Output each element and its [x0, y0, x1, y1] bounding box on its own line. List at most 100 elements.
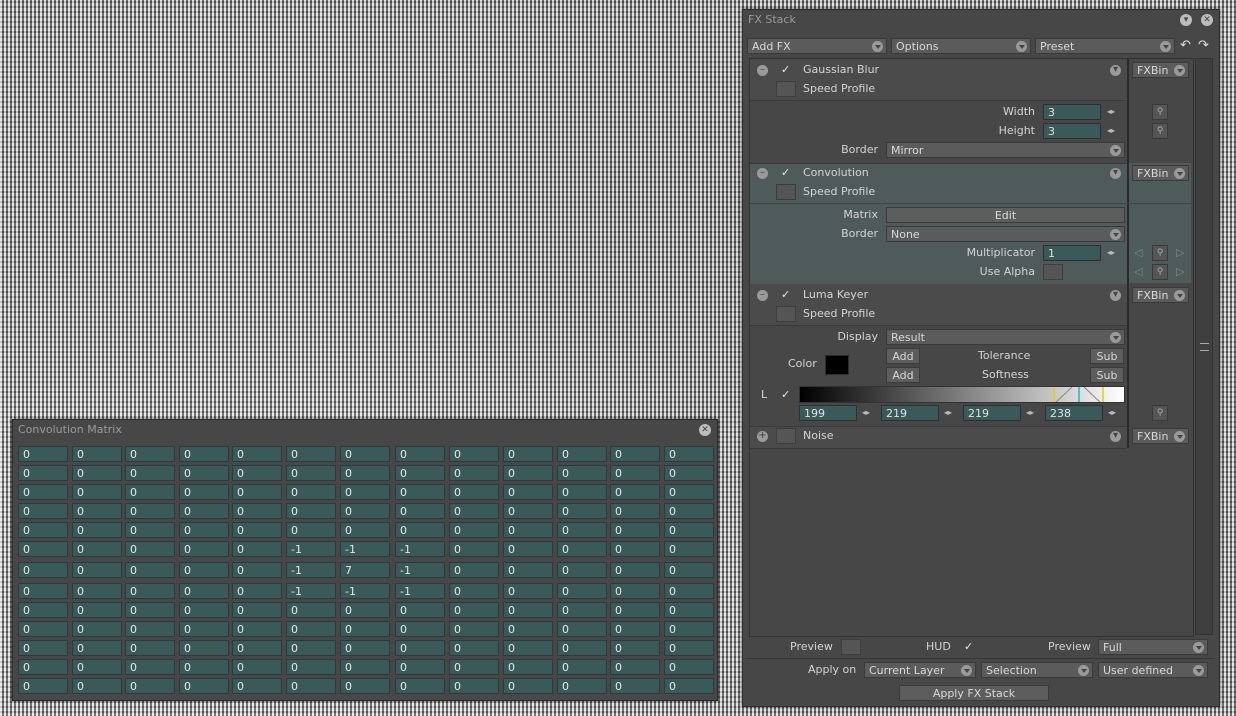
matrix-cell[interactable]: 0 — [286, 465, 336, 481]
matrix-cell[interactable]: 0 — [72, 484, 122, 500]
height-keyframe-icon[interactable]: ⚲ — [1152, 123, 1168, 139]
matrix-cell[interactable]: 0 — [449, 562, 499, 578]
matrix-cell[interactable]: 0 — [503, 503, 553, 519]
matrix-cell[interactable]: 0 — [449, 583, 499, 599]
matrix-cell[interactable]: 0 — [503, 659, 553, 675]
collapse-icon[interactable]: ▾ — [1180, 14, 1192, 26]
matrix-cell[interactable]: 0 — [340, 621, 390, 637]
matrix-cell[interactable]: 0 — [395, 640, 445, 656]
matrix-cell[interactable]: 0 — [449, 659, 499, 675]
matrix-cell[interactable]: 0 — [395, 503, 445, 519]
preset-dropdown[interactable]: Preset — [1035, 38, 1175, 54]
matrix-cell[interactable]: 0 — [557, 446, 607, 462]
matrix-cell[interactable]: 0 — [557, 602, 607, 618]
matrix-cell[interactable]: 0 — [232, 446, 282, 462]
fx-menu-chevron-icon[interactable]: ▾ — [1110, 290, 1121, 301]
matrix-cell[interactable]: 0 — [18, 583, 68, 599]
height-spinner-icon[interactable]: ◂▸ — [1107, 126, 1115, 135]
matrix-cell[interactable]: 0 — [557, 583, 607, 599]
matrix-cell[interactable]: 0 — [125, 541, 175, 557]
matrix-cell[interactable]: 0 — [232, 640, 282, 656]
matrix-cell[interactable]: 0 — [610, 465, 660, 481]
matrix-cell[interactable]: 0 — [610, 541, 660, 557]
prev-key-icon[interactable]: ◁ — [1134, 265, 1142, 278]
fx-menu-chevron-icon[interactable]: ▾ — [1110, 168, 1121, 179]
matrix-cell[interactable]: 0 — [286, 503, 336, 519]
matrix-cell[interactable]: 0 — [449, 503, 499, 519]
hud-check-icon[interactable]: ✓ — [964, 640, 973, 653]
matrix-cell[interactable]: 0 — [232, 503, 282, 519]
matrix-cell[interactable]: 0 — [449, 640, 499, 656]
matrix-cell[interactable]: -1 — [395, 541, 445, 557]
matrix-cell[interactable]: 0 — [125, 678, 175, 694]
border-dropdown[interactable]: None — [886, 226, 1125, 242]
luma-value-4[interactable]: 238 — [1045, 405, 1103, 421]
matrix-cell[interactable]: 0 — [179, 522, 229, 538]
matrix-cell[interactable]: 0 — [340, 522, 390, 538]
matrix-cell[interactable]: 0 — [72, 583, 122, 599]
matrix-cell[interactable]: 0 — [179, 541, 229, 557]
matrix-cell[interactable]: 0 — [125, 484, 175, 500]
matrix-cell[interactable]: 0 — [125, 446, 175, 462]
matrix-cell[interactable]: 0 — [179, 465, 229, 481]
matrix-cell[interactable]: -1 — [286, 583, 336, 599]
matrix-cell[interactable]: 0 — [395, 446, 445, 462]
matrix-cell[interactable]: -1 — [286, 562, 336, 578]
display-dropdown[interactable]: Result — [886, 329, 1125, 345]
matrix-cell[interactable]: 0 — [125, 503, 175, 519]
matrix-cell[interactable]: 0 — [18, 465, 68, 481]
collapse-fx-icon[interactable]: – — [757, 168, 768, 179]
collapse-fx-icon[interactable]: – — [757, 65, 768, 76]
scrollbar-grip-icon[interactable] — [1200, 343, 1209, 351]
matrix-cell[interactable]: 0 — [232, 465, 282, 481]
matrix-cell[interactable]: 0 — [664, 541, 714, 557]
use-alpha-checkbox[interactable] — [1043, 264, 1063, 280]
matrix-cell[interactable]: 0 — [664, 562, 714, 578]
multiplicator-spinner-icon[interactable]: ◂▸ — [1107, 248, 1115, 257]
fx-menu-chevron-icon[interactable]: ▾ — [1110, 65, 1121, 76]
matrix-cell[interactable]: 0 — [179, 562, 229, 578]
matrix-cell[interactable]: 0 — [340, 484, 390, 500]
matrix-cell[interactable]: 0 — [72, 621, 122, 637]
matrix-cell[interactable]: 0 — [557, 484, 607, 500]
matrix-cell[interactable]: 0 — [557, 522, 607, 538]
matrix-cell[interactable]: 0 — [18, 541, 68, 557]
matrix-cell[interactable]: 0 — [664, 621, 714, 637]
matrix-cell[interactable]: 0 — [286, 522, 336, 538]
matrix-cell[interactable]: 0 — [395, 522, 445, 538]
matrix-cell[interactable]: 0 — [232, 562, 282, 578]
matrix-cell[interactable]: 0 — [340, 640, 390, 656]
spinner-icon[interactable]: ◂▸ — [944, 408, 952, 417]
matrix-cell[interactable]: 0 — [557, 621, 607, 637]
matrix-cell[interactable]: -1 — [286, 541, 336, 557]
tolerance-sub-button[interactable]: Sub — [1090, 348, 1124, 364]
matrix-cell[interactable]: 0 — [503, 621, 553, 637]
luma-value-1[interactable]: 199 — [799, 405, 857, 421]
matrix-cell[interactable]: 0 — [503, 484, 553, 500]
multiplicator-input[interactable]: 1 — [1043, 245, 1101, 261]
matrix-cell[interactable]: 0 — [286, 621, 336, 637]
matrix-cell[interactable]: 0 — [664, 484, 714, 500]
matrix-cell[interactable]: 0 — [449, 621, 499, 637]
matrix-cell[interactable]: 0 — [286, 640, 336, 656]
matrix-cell[interactable]: 0 — [610, 602, 660, 618]
matrix-cell[interactable]: 0 — [557, 562, 607, 578]
matrix-cell[interactable]: 0 — [72, 562, 122, 578]
matrix-cell[interactable]: 0 — [18, 446, 68, 462]
matrix-cell[interactable]: 0 — [557, 541, 607, 557]
matrix-cell[interactable]: 0 — [557, 659, 607, 675]
undo-icon[interactable]: ↶ — [1180, 38, 1191, 53]
luma-value-2[interactable]: 219 — [881, 405, 939, 421]
matrix-cell[interactable]: 0 — [18, 562, 68, 578]
matrix-cell[interactable]: 0 — [557, 678, 607, 694]
matrix-cell[interactable]: 0 — [503, 541, 553, 557]
matrix-cell[interactable]: 0 — [610, 522, 660, 538]
matrix-cell[interactable]: 0 — [503, 602, 553, 618]
matrix-cell[interactable]: 0 — [18, 522, 68, 538]
matrix-cell[interactable]: 0 — [179, 678, 229, 694]
matrix-cell[interactable]: 0 — [286, 446, 336, 462]
prev-key-icon[interactable]: ◁ — [1134, 246, 1142, 259]
matrix-cell[interactable]: 0 — [179, 583, 229, 599]
matrix-cell[interactable]: 0 — [340, 446, 390, 462]
matrix-cell[interactable]: -1 — [340, 541, 390, 557]
